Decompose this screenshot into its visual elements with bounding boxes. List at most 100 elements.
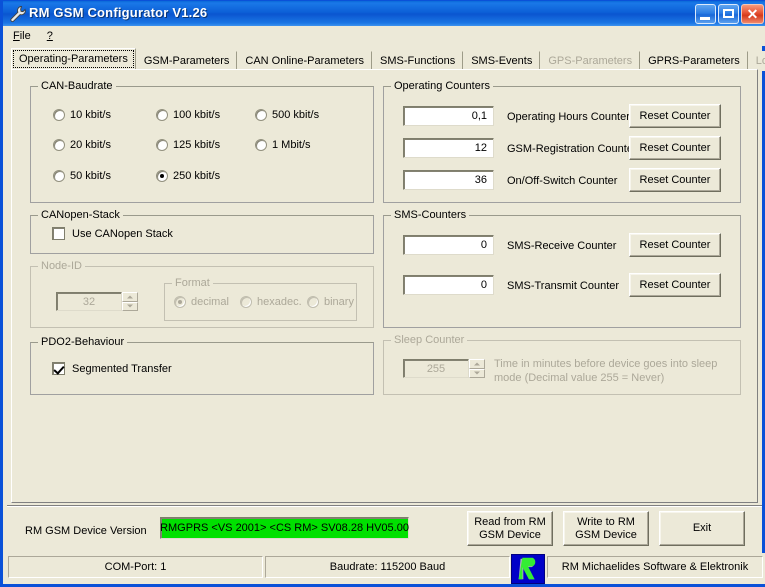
window-controls: ✕ (695, 4, 764, 24)
radio-dot-icon (156, 109, 168, 121)
radio-dot-icon (174, 296, 186, 308)
read-from-device-button[interactable]: Read from RM GSM Device (467, 511, 553, 546)
gsm-registration-counter-input[interactable]: 12 (403, 138, 494, 158)
radio-125-kbits[interactable]: 125 kbit/s (156, 139, 220, 151)
group-sms-counters: SMS-Counters 0 SMS-Receive Counter Reset… (383, 209, 741, 328)
radio-50-kbits[interactable]: 50 kbit/s (53, 170, 111, 182)
radio-label: hexadec. (257, 296, 302, 308)
checkbox-label: Segmented Transfer (72, 362, 172, 375)
close-icon: ✕ (746, 6, 759, 22)
radio-250-kbits[interactable]: 250 kbit/s (156, 170, 220, 182)
radio-label: binary (324, 296, 354, 308)
sleep-counter-input: 255 (403, 359, 469, 378)
checkbox-segmented-transfer[interactable]: Segmented Transfer (52, 362, 172, 375)
stepper-up-button (122, 292, 138, 302)
application-window: RM GSM Configurator V1.26 ✕ File ? Opera… (0, 0, 765, 587)
sms-transmit-counter-input[interactable]: 0 (403, 275, 494, 295)
title-bar: RM GSM Configurator V1.26 ✕ (3, 0, 765, 26)
radio-dot-icon (255, 109, 267, 121)
exit-button[interactable]: Exit (659, 511, 745, 546)
group-canopen-stack: CANopen-Stack Use CANopen Stack (30, 209, 374, 254)
tab-sms-functions[interactable]: SMS-Functions (372, 51, 464, 71)
node-id-stepper (122, 292, 138, 311)
sleep-counter-description-line1: Time in minutes before device goes into … (494, 358, 718, 370)
radio-label: 1 Mbit/s (272, 139, 311, 151)
radio-100-kbits[interactable]: 100 kbit/s (156, 109, 220, 121)
menu-bar: File ? (6, 26, 765, 46)
minimize-button[interactable] (695, 4, 716, 24)
group-label-can-baudrate: CAN-Baudrate (38, 80, 116, 92)
bottom-separator (7, 505, 762, 507)
onoff-switch-counter-input[interactable]: 36 (403, 170, 494, 190)
radio-dot-icon (307, 296, 319, 308)
tab-gsm-parameters[interactable]: GSM-Parameters (135, 51, 238, 71)
group-label-sms-counters: SMS-Counters (391, 209, 470, 221)
radio-label: 20 kbit/s (70, 139, 111, 151)
tab-operating-parameters[interactable]: Operating-Parameters (11, 48, 136, 70)
status-company: RM Michaelides Software & Elektronik (547, 556, 763, 578)
reset-onoff-switch-button[interactable]: Reset Counter (629, 168, 721, 192)
radio-500-kbits[interactable]: 500 kbit/s (255, 109, 319, 121)
menu-item-help[interactable]: ? (47, 28, 61, 44)
operating-hours-counter-input[interactable]: 0,1 (403, 106, 494, 126)
radio-dot-icon (53, 109, 65, 121)
radio-1-mbits[interactable]: 1 Mbit/s (255, 139, 311, 151)
device-version-label: RM GSM Device Version (25, 525, 147, 537)
reset-sms-receive-button[interactable]: Reset Counter (629, 233, 721, 257)
reset-gsm-registration-button[interactable]: Reset Counter (629, 136, 721, 160)
wrench-icon (10, 6, 26, 23)
device-version-value: RMGPRS <VS 2001> <CS RM> SV08.28 HV05.00 (160, 517, 409, 539)
sms-receive-counter-label: SMS-Receive Counter (507, 240, 617, 252)
tab-gprs-parameters[interactable]: GPRS-Parameters (640, 51, 748, 71)
gsm-registration-counter-label: GSM-Registration Counter (507, 143, 637, 155)
sms-transmit-counter-label: SMS-Transmit Counter (507, 280, 620, 292)
group-node-id-format: Format decimal hexadec. binary (164, 277, 357, 321)
sleep-counter-stepper (469, 359, 485, 378)
rm-logo-icon (511, 554, 545, 584)
reset-operating-hours-button[interactable]: Reset Counter (629, 104, 721, 128)
radio-dot-icon (53, 139, 65, 151)
radio-label: 50 kbit/s (70, 170, 111, 182)
group-label-canopen-stack: CANopen-Stack (38, 209, 123, 221)
radio-10-kbits[interactable]: 10 kbit/s (53, 109, 111, 121)
group-operating-counters: Operating Counters 0,1 Operating Hours C… (383, 80, 741, 203)
status-com-port: COM-Port: 1 (8, 556, 263, 578)
close-button[interactable]: ✕ (741, 4, 764, 24)
status-bar: COM-Port: 1 Baudrate: 115200 Baud RM Mic… (6, 553, 765, 584)
tab-panel-operating-parameters: CAN-Baudrate 10 kbit/s 100 kbit/s 500 kb… (11, 69, 758, 503)
sleep-counter-description-line2: mode (Decimal value 255 = Never) (494, 372, 665, 384)
checkbox-icon (52, 227, 65, 240)
radio-20-kbits[interactable]: 20 kbit/s (53, 139, 111, 151)
group-label-node-id: Node-ID (38, 260, 85, 272)
stepper-up-button (469, 359, 485, 369)
maximize-button[interactable] (718, 4, 739, 24)
sms-receive-counter-input[interactable]: 0 (403, 235, 494, 255)
radio-label: 250 kbit/s (173, 170, 221, 182)
checkbox-icon (52, 362, 65, 375)
operating-hours-counter-label: Operating Hours Counter (507, 111, 630, 123)
radio-label: 125 kbit/s (173, 139, 221, 151)
group-pdo2-behaviour: PDO2-Behaviour Segmented Transfer (30, 336, 374, 395)
radio-dot-icon (156, 170, 168, 182)
menu-item-file[interactable]: File (13, 28, 39, 44)
radio-format-hexadec: hexadec. (240, 296, 302, 308)
tab-can-online-parameters[interactable]: CAN Online-Parameters (237, 51, 372, 71)
radio-dot-icon (53, 170, 65, 182)
radio-format-decimal: decimal (174, 296, 229, 308)
radio-label: 10 kbit/s (70, 109, 111, 121)
checkbox-label: Use CANopen Stack (72, 227, 173, 240)
status-baudrate: Baudrate: 115200 Baud (265, 556, 510, 578)
window-title: RM GSM Configurator V1.26 (29, 5, 208, 20)
tab-gps-parameters: GPS-Parameters (540, 51, 641, 71)
write-to-device-button[interactable]: Write to RM GSM Device (563, 511, 649, 546)
checkbox-use-canopen-stack[interactable]: Use CANopen Stack (52, 227, 173, 240)
group-node-id: Node-ID 32 Format decimal hexadec. binar… (30, 260, 374, 328)
group-can-baudrate: CAN-Baudrate 10 kbit/s 100 kbit/s 500 kb… (30, 80, 374, 203)
reset-sms-transmit-button[interactable]: Reset Counter (629, 273, 721, 297)
radio-label: 100 kbit/s (173, 109, 221, 121)
group-label-sleep-counter: Sleep Counter (391, 334, 468, 346)
stepper-down-button (469, 368, 485, 378)
tab-sms-events[interactable]: SMS-Events (463, 51, 541, 71)
tab-strip: Operating-Parameters GSM-Parameters CAN … (11, 48, 765, 71)
radio-dot-icon (240, 296, 252, 308)
